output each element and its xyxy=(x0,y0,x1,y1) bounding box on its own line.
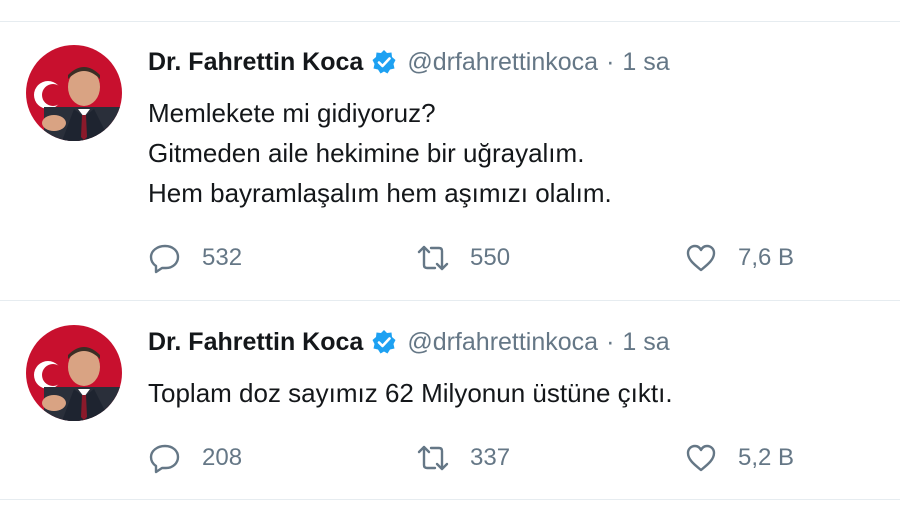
author-name[interactable]: Dr. Fahrettin Koca xyxy=(148,48,363,77)
verified-badge-icon xyxy=(371,329,397,355)
tweet-actions: 532 550 7,6 B xyxy=(148,240,848,276)
retweet-count: 337 xyxy=(470,444,511,471)
meta-separator: · xyxy=(606,327,615,356)
tweet[interactable]: Dr. Fahrettin Koca @drfahrettinkoca · 1 … xyxy=(0,325,900,495)
retweet-button[interactable]: 550 xyxy=(416,240,510,276)
like-button[interactable]: 5,2 B xyxy=(684,440,794,476)
tweet-text-line: Toplam doz sayımız 62 Milyonun üstüne çı… xyxy=(148,378,673,408)
like-icon xyxy=(684,241,718,275)
tweet-text-line: Gitmeden aile hekimine bir uğrayalım. xyxy=(148,138,585,168)
retweet-button[interactable]: 337 xyxy=(416,440,510,476)
avatar[interactable] xyxy=(26,45,122,141)
retweet-icon xyxy=(416,441,450,475)
meta-separator: · xyxy=(606,47,615,76)
retweet-icon xyxy=(416,241,450,275)
reply-button[interactable]: 208 xyxy=(148,440,242,476)
tweet-feed: Dr. Fahrettin Koca @drfahrettinkoca · 1 … xyxy=(0,0,900,514)
tweet-header: Dr. Fahrettin Koca @drfahrettinkoca · 1 … xyxy=(148,325,670,359)
author-handle[interactable]: @drfahrettinkoca xyxy=(407,48,598,77)
verified-badge-icon xyxy=(371,49,397,75)
separator xyxy=(0,21,900,22)
reply-button[interactable]: 532 xyxy=(148,240,242,276)
separator xyxy=(0,300,900,301)
retweet-count: 550 xyxy=(470,244,511,271)
timestamp[interactable]: 1 sa xyxy=(622,48,669,77)
author-name[interactable]: Dr. Fahrettin Koca xyxy=(148,328,363,357)
like-count: 5,2 B xyxy=(738,444,795,471)
timestamp[interactable]: 1 sa xyxy=(622,328,669,357)
tweet-text-line: Memlekete mi gidiyoruz? xyxy=(148,98,436,128)
like-count: 7,6 B xyxy=(738,244,795,271)
like-icon xyxy=(684,441,718,475)
reply-icon xyxy=(148,241,182,275)
reply-icon xyxy=(148,441,182,475)
tweet-actions: 208 337 5,2 B xyxy=(148,440,848,476)
author-handle[interactable]: @drfahrettinkoca xyxy=(407,328,598,357)
reply-count: 208 xyxy=(202,444,243,471)
tweet[interactable]: Dr. Fahrettin Koca @drfahrettinkoca · 1 … xyxy=(0,45,900,295)
tweet-text-line: Hem bayramlaşalım hem aşımızı olalım. xyxy=(148,178,612,208)
reply-count: 532 xyxy=(202,244,243,271)
like-button[interactable]: 7,6 B xyxy=(684,240,794,276)
separator xyxy=(0,499,900,500)
tweet-header: Dr. Fahrettin Koca @drfahrettinkoca · 1 … xyxy=(148,45,670,79)
avatar[interactable] xyxy=(26,325,122,421)
